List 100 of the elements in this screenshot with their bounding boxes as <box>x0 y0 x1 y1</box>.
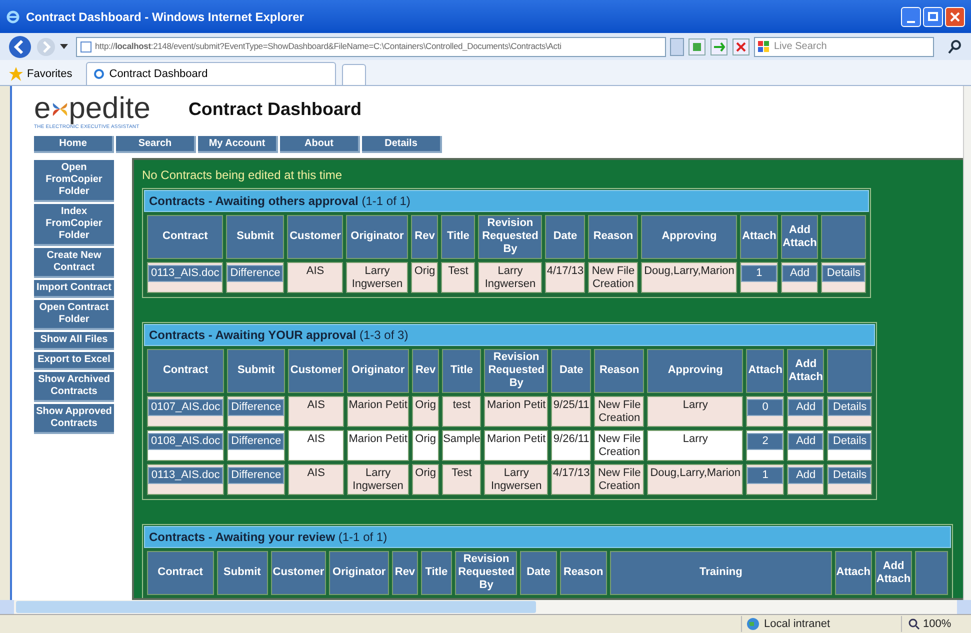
table-button[interactable]: 0108_AIS.doc <box>148 432 224 450</box>
cell-text: Larry <box>682 432 708 444</box>
cell-text: 4/17/13 <box>553 466 590 478</box>
sidebar-button[interactable]: Show Approved Contracts <box>34 404 114 434</box>
stop-icon[interactable] <box>732 38 750 56</box>
table-button[interactable]: Details <box>828 466 872 484</box>
table-button[interactable]: Add <box>788 398 824 416</box>
close-button[interactable] <box>945 6 965 26</box>
sidebar-button[interactable]: Index FromCopier Folder <box>34 204 114 246</box>
nav-button[interactable]: Details <box>362 136 442 152</box>
column-header: Originator <box>346 214 408 258</box>
table-button[interactable]: Difference <box>228 398 284 416</box>
column-header: Add Attach <box>787 348 824 392</box>
cell-text: Orig <box>415 432 436 444</box>
column-header: Submit <box>226 214 284 258</box>
table-button[interactable]: 1 <box>747 466 784 484</box>
sidebar-button[interactable]: Create New Contract <box>34 248 114 278</box>
sidebar-button[interactable]: Show All Files <box>34 332 114 350</box>
table-button[interactable]: Add <box>788 466 824 484</box>
sidebar-button[interactable]: Import Contract <box>34 280 114 298</box>
cell-text: AIS <box>307 466 325 478</box>
cell-text: New File Creation <box>598 398 641 424</box>
column-header: Contract <box>147 214 224 258</box>
cell-text: Larry Ingwersen <box>352 264 403 290</box>
table-button[interactable]: Details <box>828 398 872 416</box>
status-message: No Contracts being edited at this time <box>142 166 344 184</box>
cell-text: Doug,Larry,Marion <box>644 264 734 276</box>
cell-text: Test <box>452 466 472 478</box>
column-header: Training <box>610 550 832 594</box>
logo-icon <box>50 100 69 118</box>
search-icon[interactable] <box>947 38 963 54</box>
column-header <box>827 348 872 392</box>
minimize-button[interactable] <box>901 6 921 26</box>
sidebar-button[interactable]: Export to Excel <box>34 352 114 370</box>
cell-text: Orig <box>414 264 436 276</box>
cell-text: Marion Petit <box>487 398 546 410</box>
logo-text: pedite <box>68 94 150 124</box>
nav-button[interactable]: Home <box>34 136 114 152</box>
horizontal-scrollbar[interactable] <box>0 600 971 614</box>
table-button[interactable]: Details <box>828 432 872 450</box>
column-header: Title <box>420 550 452 594</box>
search-field[interactable]: Live Search <box>754 36 934 56</box>
logo-text: e <box>34 94 51 124</box>
cell-text: New File Creation <box>598 466 641 492</box>
section-title: Contracts - Awaiting your review (1-1 of 1) <box>144 526 951 548</box>
back-icon[interactable] <box>8 34 32 58</box>
table-button[interactable]: 1 <box>741 264 778 282</box>
cell-text: AIS <box>306 264 324 276</box>
maximize-button[interactable] <box>923 6 943 26</box>
sidebar-button[interactable]: Open Contract Folder <box>34 300 114 330</box>
column-header: Revision Requested By <box>455 550 518 594</box>
table-button[interactable]: 2 <box>747 432 784 450</box>
page-title: Contract Dashboard <box>188 98 362 121</box>
column-header: Date <box>545 214 586 258</box>
column-header: Add Attach <box>781 214 818 258</box>
cell-text: Larry Ingwersen <box>490 466 542 492</box>
dropdown-button[interactable] <box>670 38 684 56</box>
star-icon <box>8 66 24 82</box>
table-button[interactable]: Difference <box>228 432 284 450</box>
table-button[interactable]: Add <box>782 264 818 282</box>
column-header: Approving <box>647 348 744 392</box>
browser-icon <box>93 68 106 80</box>
nav-button[interactable]: My Account <box>198 136 278 152</box>
column-header <box>821 214 866 258</box>
table-button[interactable]: Difference <box>227 264 284 282</box>
zoom-icon <box>908 618 920 630</box>
cell-text: 9/25/11 <box>553 398 590 410</box>
cell-text: Marion Petit <box>348 398 408 410</box>
zoom-button[interactable]: 100% <box>901 616 971 632</box>
browser-tab[interactable]: Contract Dashboard <box>86 62 336 85</box>
vertical-scrollbar[interactable] <box>963 86 971 600</box>
cell-text: 9/26/11 <box>553 432 590 444</box>
table-button[interactable]: 0113_AIS.doc <box>148 466 224 484</box>
dropdown-icon[interactable] <box>60 44 68 50</box>
favorites-button[interactable]: Favorites <box>8 63 72 85</box>
column-header: Customer <box>287 214 344 258</box>
column-header: Rev <box>392 550 418 594</box>
nav-button[interactable]: Search <box>116 136 196 152</box>
table-button[interactable]: Add <box>788 432 824 450</box>
page-icon <box>80 40 92 52</box>
search-input[interactable]: Live Search <box>774 39 924 54</box>
column-header: Title <box>442 348 482 392</box>
cell-text: Test <box>448 264 468 276</box>
table-button[interactable]: Difference <box>228 466 284 484</box>
column-header: Date <box>551 348 592 392</box>
column-header: Rev <box>412 348 440 392</box>
column-header: Customer <box>270 550 326 594</box>
column-header: Revision Requested By <box>484 348 548 392</box>
column-header: Originator <box>347 348 410 392</box>
sidebar-button[interactable]: Open FromCopier Folder <box>34 160 114 202</box>
table-button[interactable]: 0113_AIS.doc <box>148 264 222 282</box>
table-button[interactable]: 0 <box>747 398 784 416</box>
table-button[interactable]: Details <box>822 264 866 282</box>
section-title: Contracts - Awaiting YOUR approval (1-3 of 3) <box>144 324 876 346</box>
nav-button[interactable]: About <box>280 136 360 152</box>
table-button[interactable]: 0107_AIS.doc <box>148 398 224 416</box>
sidebar-button[interactable]: Show Archived Contracts <box>34 372 114 402</box>
address-field[interactable]: http://localhost:2148/event/submit?EventType=ShowDashboard&FileName=C:\Containers\Controlled_Documents\Contracts\Acti <box>76 36 666 56</box>
column-header: Revision Requested By <box>478 214 542 258</box>
section-title: Contracts - Awaiting others approval (1-1 of 1) <box>144 190 870 212</box>
